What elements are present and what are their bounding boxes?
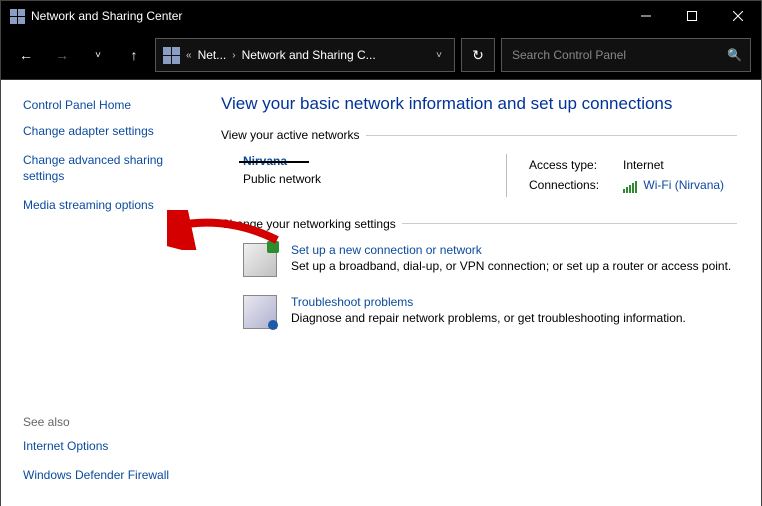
windows-defender-firewall-link[interactable]: Windows Defender Firewall bbox=[23, 468, 193, 484]
recent-locations-button[interactable]: ˅ bbox=[83, 40, 113, 70]
window: Network and Sharing Center ← → ˅ ↑ « Net… bbox=[0, 0, 762, 506]
network-type: Public network bbox=[243, 172, 486, 186]
change-advanced-sharing-link[interactable]: Change advanced sharing settings bbox=[23, 153, 193, 184]
change-settings-label: Change your networking settings bbox=[221, 217, 396, 231]
chevron-right-icon: › bbox=[232, 50, 235, 61]
refresh-button[interactable]: ↻ bbox=[461, 38, 495, 72]
wifi-signal-icon bbox=[623, 179, 638, 193]
connections-label: Connections: bbox=[529, 176, 603, 195]
back-button[interactable]: ← bbox=[11, 40, 41, 70]
page-title: View your basic network information and … bbox=[221, 94, 737, 114]
network-info-left: Nirvana Public network bbox=[243, 154, 486, 197]
change-adapter-settings-link[interactable]: Change adapter settings bbox=[23, 124, 193, 140]
divider bbox=[402, 223, 737, 224]
forward-button[interactable]: → bbox=[47, 40, 77, 70]
maximize-button[interactable] bbox=[669, 1, 715, 31]
control-panel-icon bbox=[162, 46, 180, 64]
search-icon[interactable]: 🔍 bbox=[727, 48, 742, 62]
connection-link[interactable]: Wi-Fi (Nirvana) bbox=[643, 178, 724, 192]
access-type-value: Internet bbox=[605, 156, 728, 174]
see-also-label: See also bbox=[23, 415, 193, 429]
divider bbox=[366, 135, 737, 136]
setup-connection-desc: Set up a broadband, dial-up, or VPN conn… bbox=[291, 259, 731, 273]
setup-connection-link[interactable]: Set up a new connection or network bbox=[291, 243, 731, 257]
app-icon bbox=[9, 8, 25, 24]
strike-overlay bbox=[239, 161, 309, 163]
troubleshoot-option: Troubleshoot problems Diagnose and repai… bbox=[221, 295, 737, 329]
breadcrumb-prefix: « bbox=[186, 50, 192, 61]
breadcrumb-item-2[interactable]: Network and Sharing C... bbox=[242, 48, 376, 62]
breadcrumb-item-1[interactable]: Net... bbox=[198, 48, 227, 62]
troubleshoot-desc: Diagnose and repair network problems, or… bbox=[291, 311, 686, 325]
active-network-row: Nirvana Public network Access type: Inte… bbox=[221, 154, 737, 197]
network-name: Nirvana bbox=[243, 154, 486, 168]
setup-connection-option: Set up a new connection or network Set u… bbox=[221, 243, 737, 277]
troubleshoot-icon bbox=[243, 295, 277, 329]
content-area: Control Panel Home Change adapter settin… bbox=[1, 80, 761, 506]
breadcrumb[interactable]: « Net... › Network and Sharing C... ˅ bbox=[155, 38, 455, 72]
window-title: Network and Sharing Center bbox=[31, 9, 182, 23]
search-box[interactable]: 🔍 bbox=[501, 38, 751, 72]
internet-options-link[interactable]: Internet Options bbox=[23, 439, 193, 455]
setup-connection-icon bbox=[243, 243, 277, 277]
nav-bar: ← → ˅ ↑ « Net... › Network and Sharing C… bbox=[1, 31, 761, 80]
network-info-right: Access type: Internet Connections: Wi-Fi… bbox=[506, 154, 737, 197]
search-input[interactable] bbox=[510, 47, 727, 63]
minimize-button[interactable] bbox=[623, 1, 669, 31]
up-button[interactable]: ↑ bbox=[119, 40, 149, 70]
active-networks-header: View your active networks bbox=[221, 128, 737, 142]
troubleshoot-link[interactable]: Troubleshoot problems bbox=[291, 295, 686, 309]
sidebar: Control Panel Home Change adapter settin… bbox=[1, 80, 201, 506]
main-panel: View your basic network information and … bbox=[201, 80, 761, 506]
close-button[interactable] bbox=[715, 1, 761, 31]
change-settings-header: Change your networking settings bbox=[221, 217, 737, 231]
access-type-label: Access type: bbox=[529, 156, 603, 174]
control-panel-home-link[interactable]: Control Panel Home bbox=[23, 98, 193, 114]
title-bar: Network and Sharing Center bbox=[1, 1, 761, 31]
active-networks-label: View your active networks bbox=[221, 128, 360, 142]
media-streaming-link[interactable]: Media streaming options bbox=[23, 198, 193, 214]
chevron-down-icon[interactable]: ˅ bbox=[430, 50, 448, 61]
